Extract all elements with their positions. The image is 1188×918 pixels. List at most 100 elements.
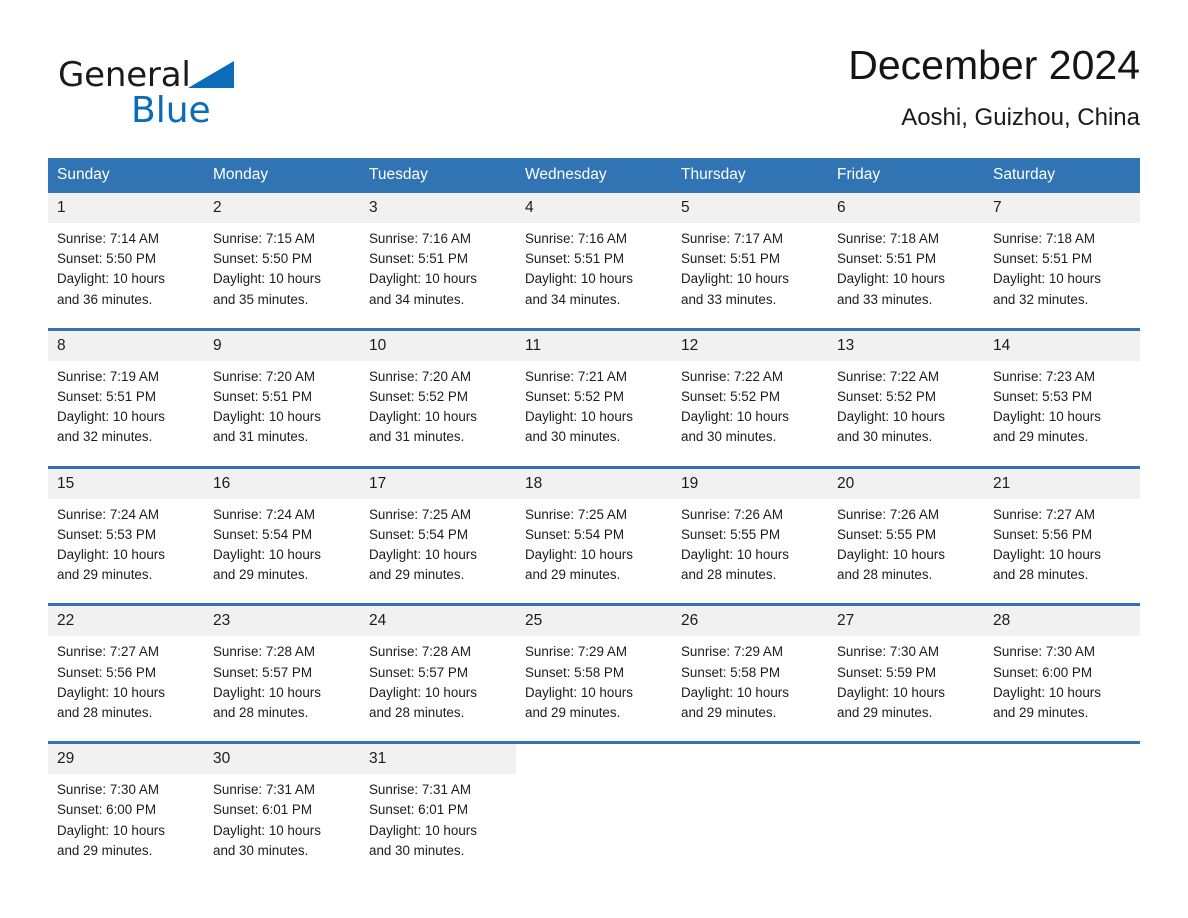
brand-logo-bottom-row: Blue [58,90,348,132]
day-number: 26 [672,606,828,637]
daylight-text-line2: and 31 minutes. [369,429,465,445]
sunset-text: Sunset: 5:52 PM [369,389,468,405]
calendar-day-cell-empty [828,741,984,880]
calendar-week-row: 1 Sunrise: 7:14 AM Sunset: 5:50 PM Daylight… [48,193,1140,330]
sunrise-text: Sunrise: 7:30 AM [837,644,939,660]
calendar-day-cell[interactable]: 22 Sunrise: 7:27 AM Sunset: 5:56 PM Dayligh… [48,603,204,743]
calendar-day-cell-empty [672,741,828,880]
calendar-week-row: 8 Sunrise: 7:19 AM Sunset: 5:51 PM Daylight… [48,327,1140,468]
daylight-text-line2: and 28 minutes. [993,567,1089,583]
sunrise-text: Sunrise: 7:29 AM [681,644,783,660]
sunrise-text: Sunrise: 7:16 AM [525,231,627,246]
calendar-page: General Blue December 2024 Aoshi, Guizho… [0,0,1188,918]
calendar-day-cell[interactable]: 14 Sunrise: 7:23 AM Sunset: 5:53 PM Dayligh… [984,327,1140,468]
calendar-day-cell[interactable]: 21 Sunrise: 7:27 AM Sunset: 5:56 PM Dayligh… [984,465,1140,605]
sunset-text: Sunset: 5:51 PM [993,251,1092,267]
day-details: Sunrise: 7:27 AM Sunset: 5:56 PM Daylight:… [984,499,1140,604]
sunrise-text: Sunrise: 7:26 AM [681,506,783,522]
sunrise-text: Sunrise: 7:17 AM [681,231,783,246]
brand-logo[interactable]: General Blue [58,54,348,138]
calendar-day-cell[interactable]: 15 Sunrise: 7:24 AM Sunset: 5:53 PM Dayligh… [48,465,204,605]
calendar-day-cell[interactable]: 18 Sunrise: 7:25 AM Sunset: 5:54 PM Dayligh… [516,465,672,605]
daylight-text-line2: and 28 minutes. [213,705,309,721]
daylight-text-line1: Daylight: 10 hours [681,271,789,287]
day-number: 18 [516,468,672,499]
calendar-day-cell[interactable]: 3 Sunrise: 7:16 AM Sunset: 5:51 PM Daylight… [360,193,516,330]
calendar-day-cell[interactable]: 26 Sunrise: 7:29 AM Sunset: 5:58 PM Dayligh… [672,603,828,743]
daylight-text-line1: Daylight: 10 hours [57,684,165,700]
daylight-text-line2: and 30 minutes. [213,842,309,858]
day-number: 5 [672,193,828,223]
day-details: Sunrise: 7:16 AM Sunset: 5:51 PM Daylight:… [360,223,516,328]
day-number: 27 [828,606,984,637]
sunrise-text: Sunrise: 7:20 AM [213,368,315,384]
calendar-day-cell[interactable]: 7 Sunrise: 7:18 AM Sunset: 5:51 PM Daylight… [984,193,1140,330]
day-details [984,774,1140,798]
day-number: 11 [516,330,672,361]
calendar-day-cell[interactable]: 19 Sunrise: 7:26 AM Sunset: 5:55 PM Dayligh… [672,465,828,605]
calendar-day-cell[interactable]: 16 Sunrise: 7:24 AM Sunset: 5:54 PM Dayligh… [204,465,360,605]
calendar-day-cell[interactable]: 23 Sunrise: 7:28 AM Sunset: 5:57 PM Dayligh… [204,603,360,743]
calendar-day-cell[interactable]: 12 Sunrise: 7:22 AM Sunset: 5:52 PM Dayligh… [672,327,828,468]
sunrise-text: Sunrise: 7:27 AM [57,644,159,660]
daylight-text-line1: Daylight: 10 hours [369,271,477,287]
day-number: 6 [828,193,984,223]
day-number: 19 [672,468,828,499]
day-details [672,774,828,798]
day-details: Sunrise: 7:29 AM Sunset: 5:58 PM Daylight:… [516,636,672,741]
calendar-day-cell[interactable]: 4 Sunrise: 7:16 AM Sunset: 5:51 PM Daylight… [516,193,672,330]
daylight-text-line1: Daylight: 10 hours [525,684,633,700]
calendar-day-cell[interactable]: 9 Sunrise: 7:20 AM Sunset: 5:51 PM Daylight… [204,327,360,468]
day-details: Sunrise: 7:17 AM Sunset: 5:51 PM Daylight:… [672,223,828,328]
calendar-day-cell[interactable]: 24 Sunrise: 7:28 AM Sunset: 5:57 PM Dayligh… [360,603,516,743]
daylight-text-line1: Daylight: 10 hours [525,271,633,287]
calendar-day-cell[interactable]: 28 Sunrise: 7:30 AM Sunset: 6:00 PM Dayligh… [984,603,1140,743]
calendar-day-cell[interactable]: 11 Sunrise: 7:21 AM Sunset: 5:52 PM Dayligh… [516,327,672,468]
calendar-day-cell[interactable]: 31 Sunrise: 7:31 AM Sunset: 6:01 PM Dayligh… [360,741,516,880]
calendar-day-cell[interactable]: 27 Sunrise: 7:30 AM Sunset: 5:59 PM Dayligh… [828,603,984,743]
daylight-text-line1: Daylight: 10 hours [993,271,1101,287]
calendar-day-cell[interactable]: 29 Sunrise: 7:30 AM Sunset: 6:00 PM Dayligh… [48,741,204,880]
day-details: Sunrise: 7:26 AM Sunset: 5:55 PM Daylight:… [828,499,984,604]
daylight-text-line2: and 33 minutes. [681,291,777,307]
calendar-day-cell[interactable]: 5 Sunrise: 7:17 AM Sunset: 5:51 PM Daylight… [672,193,828,330]
calendar-day-cell[interactable]: 2 Sunrise: 7:15 AM Sunset: 5:50 PM Daylight… [204,193,360,330]
sunrise-text: Sunrise: 7:31 AM [213,782,315,798]
day-number: 30 [204,744,360,775]
day-number: 7 [984,193,1140,223]
sunset-text: Sunset: 5:51 PM [837,251,936,267]
day-details: Sunrise: 7:28 AM Sunset: 5:57 PM Daylight:… [204,636,360,741]
page-title: December 2024 [848,42,1140,88]
calendar-day-cell[interactable]: 30 Sunrise: 7:31 AM Sunset: 6:01 PM Dayligh… [204,741,360,880]
day-number: 20 [828,468,984,499]
daylight-text-line1: Daylight: 10 hours [837,547,945,563]
weekday-header-saturday: Saturday [984,158,1140,193]
daylight-text-line2: and 36 minutes. [57,291,153,307]
calendar-day-cell[interactable]: 20 Sunrise: 7:26 AM Sunset: 5:55 PM Dayligh… [828,465,984,605]
weekday-header-thursday: Thursday [672,158,828,193]
day-details: Sunrise: 7:30 AM Sunset: 6:00 PM Daylight:… [984,636,1140,741]
daylight-text-line2: and 28 minutes. [681,567,777,583]
calendar-day-cell[interactable]: 25 Sunrise: 7:29 AM Sunset: 5:58 PM Dayligh… [516,603,672,743]
weekday-header-friday: Friday [828,158,984,193]
weekday-header-monday: Monday [204,158,360,193]
sunset-text: Sunset: 6:00 PM [57,802,156,818]
calendar-day-cell[interactable]: 6 Sunrise: 7:18 AM Sunset: 5:51 PM Daylight… [828,193,984,330]
day-number: 31 [360,744,516,775]
sunrise-text: Sunrise: 7:28 AM [213,644,315,660]
day-details: Sunrise: 7:18 AM Sunset: 5:51 PM Daylight:… [828,223,984,328]
sunset-text: Sunset: 5:51 PM [57,389,156,405]
daylight-text-line2: and 31 minutes. [213,429,309,445]
day-number: 12 [672,330,828,361]
calendar-day-cell[interactable]: 1 Sunrise: 7:14 AM Sunset: 5:50 PM Daylight… [48,193,204,330]
daylight-text-line1: Daylight: 10 hours [525,409,633,425]
daylight-text-line2: and 29 minutes. [57,842,153,858]
day-details: Sunrise: 7:20 AM Sunset: 5:52 PM Daylight:… [360,361,516,466]
calendar-day-cell[interactable]: 8 Sunrise: 7:19 AM Sunset: 5:51 PM Daylight… [48,327,204,468]
day-details: Sunrise: 7:26 AM Sunset: 5:55 PM Daylight:… [672,499,828,604]
calendar-day-cell[interactable]: 13 Sunrise: 7:22 AM Sunset: 5:52 PM Dayligh… [828,327,984,468]
calendar-day-cell[interactable]: 10 Sunrise: 7:20 AM Sunset: 5:52 PM Dayligh… [360,327,516,468]
day-details: Sunrise: 7:18 AM Sunset: 5:51 PM Daylight:… [984,223,1140,328]
calendar-day-cell[interactable]: 17 Sunrise: 7:25 AM Sunset: 5:54 PM Dayligh… [360,465,516,605]
sunrise-text: Sunrise: 7:20 AM [369,368,471,384]
